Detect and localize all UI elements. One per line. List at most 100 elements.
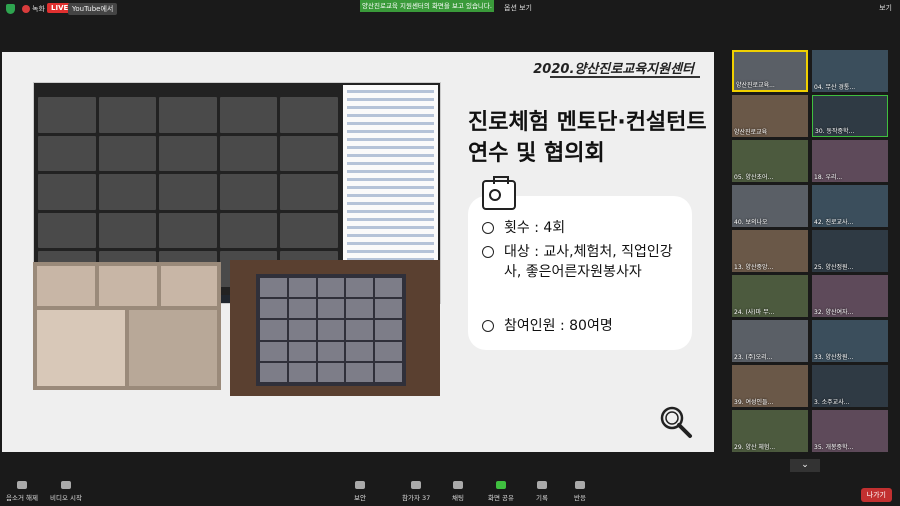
gallery-cell bbox=[280, 97, 338, 133]
participant-tile[interactable]: 32. 양산여자... bbox=[812, 275, 888, 317]
security-label: 보안 bbox=[354, 494, 366, 502]
participants-label: 참가자 bbox=[402, 494, 420, 502]
chat-icon bbox=[452, 481, 463, 489]
participant-tile[interactable]: 04. 무산 경통... bbox=[812, 50, 888, 92]
reaction-icon bbox=[574, 481, 585, 489]
participant-tile[interactable]: 40. 보의나오 bbox=[732, 185, 808, 227]
view-options-button[interactable]: 옵션 보기 bbox=[504, 3, 532, 13]
participant-name: 30. 동작중학... bbox=[815, 128, 855, 135]
gallery-cell bbox=[219, 174, 278, 210]
participant-tile[interactable]: 양산진로교육... bbox=[732, 50, 808, 92]
participant-name: 3. 소주교사... bbox=[814, 399, 850, 406]
participant-name: 13. 양산중앙... bbox=[734, 264, 774, 271]
photo-participants bbox=[33, 262, 221, 390]
scroll-down-button[interactable]: ⌄ bbox=[790, 459, 820, 472]
recording-label: 녹화 bbox=[32, 5, 45, 13]
participant-tile[interactable]: 42. 진로교사... bbox=[812, 185, 888, 227]
monitor-screen bbox=[256, 274, 406, 386]
info-item-target: 대상 : 교사,체험처, 직업인강사, 좋은어른자원봉사자 bbox=[482, 242, 682, 282]
participant-name: 40. 보의나오 bbox=[734, 219, 768, 226]
participant-tile[interactable]: 24. (사)마 무... bbox=[732, 275, 808, 317]
record-icon bbox=[536, 481, 547, 489]
participant-tile[interactable]: 3. 소주교사... bbox=[812, 365, 888, 407]
slide-title: 진로체험 멘토단·컨설턴트 연수 및 협의회 bbox=[468, 107, 707, 169]
record-button[interactable]: 기록 bbox=[536, 481, 548, 502]
info-item-attendees: 참여인원 : 80여명 bbox=[482, 316, 613, 336]
share-screen-label: 화면 공유 bbox=[488, 494, 514, 502]
participant-tile[interactable]: 35. 개봉중학... bbox=[812, 410, 888, 452]
participant-name: 양산진로교육... bbox=[736, 82, 775, 89]
participant-name: 42. 진로교사... bbox=[814, 219, 854, 226]
gallery-cell bbox=[280, 212, 338, 249]
microphone-muted-icon bbox=[16, 481, 27, 489]
leave-button[interactable]: 나가기 bbox=[860, 488, 892, 502]
participant-tile[interactable]: 양산진로교육 bbox=[732, 95, 808, 137]
participant-name: 24. (사)마 무... bbox=[734, 309, 775, 316]
gallery-cell bbox=[38, 135, 96, 172]
participant-name: 18. 우리... bbox=[814, 174, 843, 181]
security-shield-icon[interactable] bbox=[6, 4, 15, 14]
view-mode-button[interactable]: 보기 bbox=[879, 3, 892, 13]
participant-tile[interactable]: 18. 우리... bbox=[812, 140, 888, 182]
info-box: 횟수 : 4회 대상 : 교사,체험처, 직업인강사, 좋은어른자원봉사자 참여… bbox=[468, 196, 692, 350]
participant-name: 05. 양산초어... bbox=[734, 174, 774, 181]
screen-share-banner: 양산진로교육 지원센터의 화면을 보고 있습니다. bbox=[360, 0, 494, 12]
gallery-cell bbox=[98, 212, 157, 249]
bullet-circle-icon bbox=[482, 246, 494, 258]
reactions-label: 반응 bbox=[574, 494, 586, 502]
participants-button[interactable]: 참가자 37 bbox=[402, 481, 430, 502]
unmute-button[interactable]: 음소거 해제 bbox=[6, 481, 38, 502]
gallery-cell bbox=[98, 97, 157, 133]
photo-monitor bbox=[230, 260, 440, 396]
reactions-button[interactable]: 반응 bbox=[574, 481, 586, 502]
security-button[interactable]: 보안 bbox=[354, 481, 366, 502]
share-screen-icon bbox=[496, 481, 506, 489]
gallery-cell bbox=[280, 135, 338, 172]
participant-name: 29. 양산 체험... bbox=[734, 444, 776, 451]
gallery-cell bbox=[159, 135, 217, 172]
video-off-icon bbox=[60, 481, 71, 489]
slide-org-name: 2020.양산진로교육지원센터 bbox=[533, 62, 694, 77]
participant-name: 32. 양산여자... bbox=[814, 309, 854, 316]
participant-tile[interactable]: 39. 여성인들... bbox=[732, 365, 808, 407]
gallery-cell bbox=[38, 97, 96, 133]
start-video-button[interactable]: 비디오 시작 bbox=[50, 481, 82, 502]
participant-tile[interactable]: 05. 양산초어... bbox=[732, 140, 808, 182]
participant-name: 25. 양산정원... bbox=[814, 264, 854, 271]
chat-label: 채팅 bbox=[452, 494, 464, 502]
participant-tile[interactable]: 33. 양산창원... bbox=[812, 320, 888, 362]
participant-tile[interactable]: 13. 양산중앙... bbox=[732, 230, 808, 272]
shield-icon bbox=[354, 481, 365, 489]
gallery-cell bbox=[219, 135, 278, 172]
info-item-count: 횟수 : 4회 bbox=[482, 218, 565, 238]
magnifier-icon bbox=[660, 406, 692, 438]
participant-name: 04. 무산 경통... bbox=[814, 84, 856, 91]
participant-tile[interactable]: 29. 양산 체험... bbox=[732, 410, 808, 452]
chat-button[interactable]: 채팅 bbox=[452, 481, 464, 502]
participant-count: 37 bbox=[422, 494, 431, 502]
gallery-cell bbox=[280, 174, 338, 210]
youtube-stream-dropdown[interactable]: YouTube에서 bbox=[68, 3, 118, 15]
share-screen-button[interactable]: 화면 공유 bbox=[488, 481, 514, 502]
meeting-top-bar: 녹화 LIVE YouTube에서 양산진로교육 지원센터의 화면을 보고 있습… bbox=[0, 0, 900, 18]
gallery-cell bbox=[219, 212, 278, 249]
slide-title-line2: 연수 및 협의회 bbox=[468, 141, 605, 166]
shared-screen-slide: 2020.양산진로교육지원센터 진로체험 멘토단·컨설턴트 연수 및 협의회 횟… bbox=[2, 52, 714, 452]
participants-icon bbox=[411, 481, 422, 489]
photo-cell bbox=[37, 266, 95, 306]
bullet-circle-icon bbox=[482, 222, 494, 234]
participant-name: 23. (주)오리... bbox=[734, 354, 773, 361]
id-card-icon bbox=[482, 176, 516, 210]
participant-tile[interactable]: 23. (주)오리... bbox=[732, 320, 808, 362]
participant-tile[interactable]: 30. 동작중학... bbox=[812, 95, 888, 137]
participant-tile[interactable]: 25. 양산정원... bbox=[812, 230, 888, 272]
slide-title-line1: 진로체험 멘토단·컨설턴트 bbox=[468, 110, 707, 135]
gallery-cell bbox=[98, 135, 157, 172]
record-icon bbox=[22, 5, 30, 13]
photo-cell bbox=[37, 310, 125, 386]
photo-cell bbox=[99, 266, 157, 306]
gallery-cell bbox=[38, 174, 96, 210]
participant-name: 양산진로교육 bbox=[734, 129, 768, 136]
gallery-grid bbox=[38, 97, 338, 287]
photo-cell bbox=[161, 266, 217, 306]
